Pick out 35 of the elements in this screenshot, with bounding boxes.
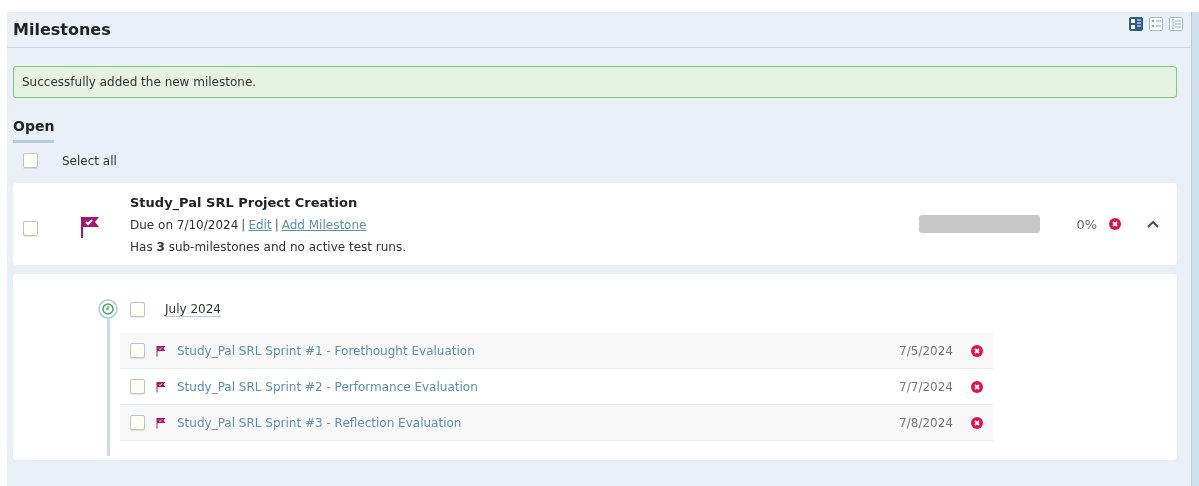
- checkbox[interactable]: [130, 379, 145, 394]
- flag-icon: [155, 380, 167, 393]
- milestone-title: Study_Pal SRL Project Creation: [130, 194, 359, 210]
- clock-icon: [98, 299, 118, 319]
- due-date: 7/8/2024: [899, 415, 953, 430]
- checkbox[interactable]: [130, 415, 145, 430]
- milestone-link[interactable]: Edit: [248, 217, 272, 232]
- delete-icon[interactable]: [971, 344, 983, 357]
- progress-percent: 0%: [1076, 216, 1097, 232]
- delete-icon[interactable]: [971, 380, 983, 393]
- milestone-summary: Has 3 sub-milestones and no active test runs.: [130, 239, 408, 254]
- checkbox[interactable]: [23, 220, 38, 236]
- sub-milestone-link[interactable]: Study_Pal SRL Sprint #3 - Reflection Evaluation: [177, 415, 900, 430]
- due-date: 7/5/2024: [899, 343, 953, 358]
- view-mode-icon[interactable]: [1129, 17, 1143, 31]
- delete-icon[interactable]: [971, 416, 983, 429]
- due-date: Due on 7/10/2024: [130, 217, 239, 232]
- page-title: Milestones: [13, 20, 111, 39]
- checkbox[interactable]: [130, 343, 145, 358]
- sub-milestone-link[interactable]: Study_Pal SRL Sprint #1 - Forethought Evaluation: [177, 343, 900, 358]
- sub-milestone-link[interactable]: Study_Pal SRL Sprint #2 - Performance Evaluation: [177, 379, 900, 394]
- select-all-label: Select all: [62, 153, 117, 168]
- link-separator: |: [241, 217, 246, 232]
- collapse-chevron-icon[interactable]: [1147, 220, 1159, 228]
- flag-icon: [78, 215, 102, 239]
- link-separator: |: [274, 217, 279, 232]
- milestone-link[interactable]: Add Milestone: [281, 217, 367, 232]
- delete-icon[interactable]: [1109, 218, 1121, 230]
- group-label: July 2024: [165, 302, 221, 317]
- flag-icon: [155, 344, 167, 357]
- checkbox[interactable]: [23, 153, 38, 168]
- flag-icon: [155, 416, 167, 429]
- success-alert: Successfully added the new milestone.: [13, 66, 1177, 98]
- due-date: 7/7/2024: [899, 379, 953, 394]
- checkbox[interactable]: [130, 302, 145, 317]
